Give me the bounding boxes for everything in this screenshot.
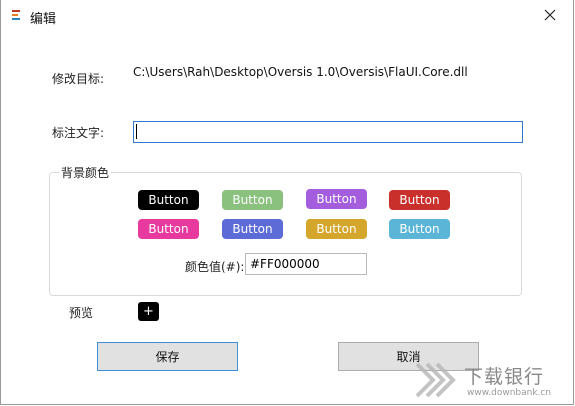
background-color-title: 背景颜色 <box>59 164 112 181</box>
watermark-url: www.downbank.cn <box>467 388 552 398</box>
color-button-green[interactable]: Button <box>222 190 283 210</box>
text-caret <box>136 124 137 139</box>
color-button-cyan[interactable]: Button <box>389 219 450 239</box>
background-color-group <box>49 172 522 296</box>
app-icon <box>12 9 22 23</box>
save-button[interactable]: 保存 <box>97 342 238 371</box>
title-bar: 编辑 <box>1 0 573 32</box>
close-button[interactable] <box>527 0 573 30</box>
hex-color-input[interactable] <box>245 253 367 275</box>
preview-swatch: + <box>138 302 159 321</box>
watermark-logo-icon <box>415 362 456 398</box>
window-title: 编辑 <box>30 12 57 27</box>
color-button-pink[interactable]: Button <box>138 219 199 239</box>
watermark-title: 下载银行 <box>464 366 545 388</box>
preview-label: 预览 <box>69 306 94 320</box>
color-button-black[interactable]: Button <box>138 190 199 210</box>
close-icon <box>544 9 556 21</box>
annotation-label: 标注文字: <box>52 126 105 140</box>
hex-label: 颜色值(#): <box>185 260 245 274</box>
edit-dialog: 编辑 修改目标: C:\Users\Rah\Desktop\Oversis 1.… <box>0 0 574 405</box>
target-path: C:\Users\Rah\Desktop\Oversis 1.0\Oversis… <box>133 65 468 79</box>
color-button-blue[interactable]: Button <box>222 219 283 239</box>
annotation-input[interactable] <box>133 121 523 143</box>
color-button-red[interactable]: Button <box>389 190 450 210</box>
color-button-gold[interactable]: Button <box>306 219 367 239</box>
target-label: 修改目标: <box>52 72 105 86</box>
color-button-purple[interactable]: Button <box>306 189 367 209</box>
